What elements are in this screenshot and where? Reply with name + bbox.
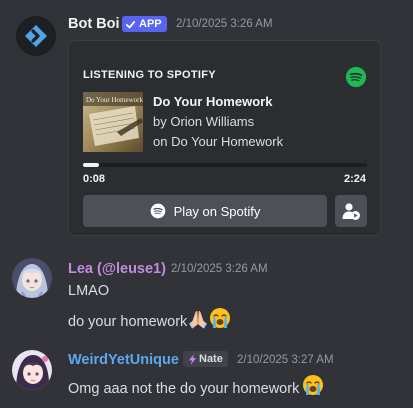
loudly-crying-emoji: [210, 308, 231, 328]
spotify-button-icon: [150, 203, 165, 219]
bot-avatar-icon: [16, 16, 56, 56]
bot-avatar[interactable]: [16, 16, 56, 56]
play-on-spotify-button[interactable]: Play on Spotify: [83, 195, 327, 227]
sparkle-icon: [188, 353, 197, 365]
lea-message-1: LMAO: [68, 283, 110, 299]
praying-hands-emoji: [189, 310, 208, 329]
progress-fill: [83, 163, 99, 167]
lea-timestamp: 2/10/2025 3:26 AM: [171, 263, 268, 275]
album-art[interactable]: Do Your Homework: [83, 92, 143, 152]
weird-avatar[interactable]: [12, 350, 52, 390]
weird-timestamp: 2/10/2025 3:27 AM: [237, 354, 334, 366]
lea-message-2: do your homework: [68, 307, 231, 330]
duration-time: 2:24: [343, 173, 366, 185]
weird-message: Omg aaa not the do your homework: [68, 374, 324, 397]
check-icon: [125, 20, 136, 28]
bot-username[interactable]: Bot Boi: [68, 16, 120, 32]
weird-username[interactable]: WeirdYetUnique: [68, 352, 179, 368]
user-profile-icon: [342, 203, 360, 220]
artist-line[interactable]: by Orion Williams: [153, 114, 254, 129]
progress-track: [83, 163, 367, 167]
album-art-image: Do Your Homework: [83, 92, 143, 152]
lea-avatar[interactable]: [12, 258, 52, 298]
play-button-label: Play on Spotify: [173, 203, 261, 219]
lea-avatar-image: [12, 258, 52, 298]
app-badge: APP: [122, 16, 167, 32]
weird-message-text: Omg aaa not the do your homework: [68, 381, 300, 397]
user-tag-label: Nate: [199, 353, 223, 365]
lea-username[interactable]: Lea (@leuse1): [68, 261, 166, 277]
spotify-embed: LISTENING TO SPOTIFY Do Your Homework Do…: [68, 40, 381, 236]
spotify-icon[interactable]: [345, 66, 367, 88]
bot-timestamp: 2/10/2025 3:26 AM: [176, 18, 273, 30]
app-badge-label: APP: [139, 18, 162, 30]
album-art-text: Do Your Homework: [86, 96, 143, 104]
weird-avatar-image: [12, 350, 52, 390]
loudly-crying-emoji: [303, 375, 324, 395]
album-line[interactable]: on Do Your Homework: [153, 134, 283, 149]
elapsed-time: 0:08: [83, 173, 106, 185]
lea-message-2-text: do your homework: [68, 314, 188, 330]
song-title[interactable]: Do Your Homework: [153, 94, 272, 109]
user-tag-badge[interactable]: Nate: [183, 351, 228, 367]
embed-header: LISTENING TO SPOTIFY: [83, 69, 216, 81]
view-profile-button[interactable]: [335, 195, 367, 227]
